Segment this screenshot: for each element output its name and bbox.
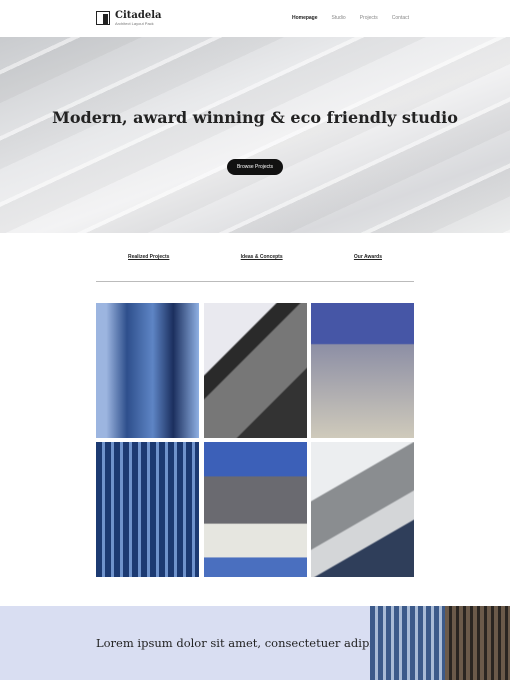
- tab-realized-projects[interactable]: Realized Projects: [128, 254, 169, 260]
- hero-title: Modern, award winning & eco friendly stu…: [52, 108, 458, 127]
- tab-ideas-concepts[interactable]: Ideas & Concepts: [241, 254, 283, 260]
- divider: [96, 281, 414, 282]
- main-nav: Homepage Studio Projects Contact: [292, 15, 409, 21]
- tab-our-awards[interactable]: Our Awards: [354, 254, 382, 260]
- header: Citadela Architect Layout Pack Homepage …: [0, 0, 510, 37]
- intro-text: Lorem ipsum dolor sit amet, consectetuer…: [96, 636, 408, 650]
- project-image[interactable]: [311, 442, 414, 577]
- project-image[interactable]: [203, 442, 307, 577]
- project-image[interactable]: [203, 303, 307, 438]
- intro-section: Lorem ipsum dolor sit amet, consectetuer…: [0, 606, 510, 680]
- project-tabs: Realized Projects Ideas & Concepts Our A…: [96, 254, 414, 260]
- logo-icon: [96, 11, 110, 25]
- nav-studio[interactable]: Studio: [332, 15, 346, 21]
- nav-homepage[interactable]: Homepage: [292, 15, 318, 21]
- brand-name: Citadela: [115, 10, 162, 21]
- nav-contact[interactable]: Contact: [392, 15, 409, 21]
- project-gallery: [96, 303, 414, 577]
- building-image: [370, 606, 510, 680]
- project-image[interactable]: [96, 303, 199, 438]
- tagline: Architect Layout Pack: [115, 21, 154, 26]
- logo[interactable]: Citadela Architect Layout Pack: [96, 10, 162, 26]
- hero-banner: Modern, award winning & eco friendly stu…: [0, 37, 510, 233]
- project-image[interactable]: [96, 442, 199, 577]
- browse-projects-button[interactable]: Browse Projects: [227, 159, 283, 175]
- project-image[interactable]: [311, 303, 414, 438]
- nav-projects[interactable]: Projects: [360, 15, 378, 21]
